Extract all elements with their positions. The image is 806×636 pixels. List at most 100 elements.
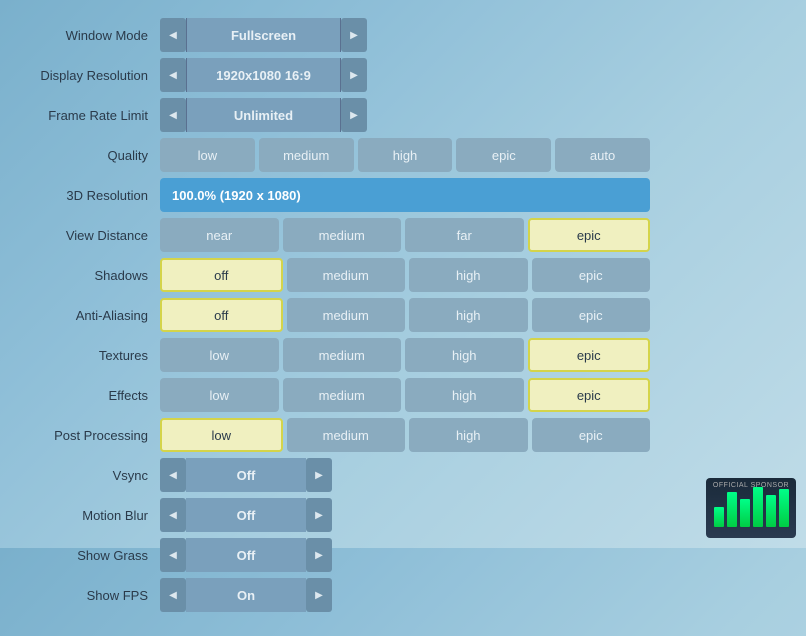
motion-blur-value: Off xyxy=(186,498,306,532)
show-grass-control: ◀ Off ▶ xyxy=(160,538,332,572)
view-distance-far[interactable]: far xyxy=(405,218,524,252)
motion-blur-next[interactable]: ▶ xyxy=(306,498,332,532)
shadows-btn-group: off medium high epic xyxy=(160,258,650,292)
show-grass-next[interactable]: ▶ xyxy=(306,538,332,572)
display-resolution-prev[interactable]: ◀ xyxy=(160,58,186,92)
quality-low[interactable]: low xyxy=(160,138,255,172)
shadows-epic[interactable]: epic xyxy=(532,258,651,292)
display-resolution-value: 1920x1080 16:9 xyxy=(186,58,341,92)
view-distance-btn-group: near medium far epic xyxy=(160,218,650,252)
vsync-next[interactable]: ▶ xyxy=(306,458,332,492)
effects-high[interactable]: high xyxy=(405,378,524,412)
quality-high[interactable]: high xyxy=(358,138,453,172)
effects-btn-group: low medium high epic xyxy=(160,378,650,412)
anti-aliasing-btn-group: off medium high epic xyxy=(160,298,650,332)
textures-low[interactable]: low xyxy=(160,338,279,372)
effects-label: Effects xyxy=(30,388,160,403)
show-fps-label: Show FPS xyxy=(30,588,160,603)
display-resolution-row: Display Resolution ◀ 1920x1080 16:9 ▶ xyxy=(30,58,776,92)
show-fps-row: Show FPS ◀ On ▶ xyxy=(30,578,776,612)
show-fps-next[interactable]: ▶ xyxy=(306,578,332,612)
sponsor-bar-1 xyxy=(714,507,724,527)
shadows-label: Shadows xyxy=(30,268,160,283)
display-resolution-next[interactable]: ▶ xyxy=(341,58,367,92)
textures-epic[interactable]: epic xyxy=(528,338,651,372)
show-grass-value: Off xyxy=(186,538,306,572)
frame-rate-value: Unlimited xyxy=(186,98,341,132)
window-mode-label: Window Mode xyxy=(30,28,160,43)
sponsor-bar-6 xyxy=(779,489,789,527)
display-resolution-label: Display Resolution xyxy=(30,68,160,83)
anti-aliasing-label: Anti-Aliasing xyxy=(30,308,160,323)
window-mode-row: Window Mode ◀ Fullscreen ▶ xyxy=(30,18,776,52)
show-fps-prev[interactable]: ◀ xyxy=(160,578,186,612)
post-processing-medium[interactable]: medium xyxy=(287,418,406,452)
quality-epic[interactable]: epic xyxy=(456,138,551,172)
textures-high[interactable]: high xyxy=(405,338,524,372)
display-resolution-control: ◀ 1920x1080 16:9 ▶ xyxy=(160,58,367,92)
textures-medium[interactable]: medium xyxy=(283,338,402,372)
window-mode-prev[interactable]: ◀ xyxy=(160,18,186,52)
effects-medium[interactable]: medium xyxy=(283,378,402,412)
post-processing-low[interactable]: low xyxy=(160,418,283,452)
view-distance-near[interactable]: near xyxy=(160,218,279,252)
post-processing-row: Post Processing low medium high epic xyxy=(30,418,776,452)
sponsor-bar-5 xyxy=(766,495,776,527)
anti-aliasing-epic[interactable]: epic xyxy=(532,298,651,332)
view-distance-medium[interactable]: medium xyxy=(283,218,402,252)
quality-btn-group: low medium high epic auto xyxy=(160,138,650,172)
resolution-3d-value: 100.0% (1920 x 1080) xyxy=(160,178,650,212)
vsync-value: Off xyxy=(186,458,306,492)
anti-aliasing-high[interactable]: high xyxy=(409,298,528,332)
textures-btn-group: low medium high epic xyxy=(160,338,650,372)
quality-medium[interactable]: medium xyxy=(259,138,354,172)
vsync-prev[interactable]: ◀ xyxy=(160,458,186,492)
post-processing-epic[interactable]: epic xyxy=(532,418,651,452)
shadows-medium[interactable]: medium xyxy=(287,258,406,292)
textures-row: Textures low medium high epic xyxy=(30,338,776,372)
quality-auto[interactable]: auto xyxy=(555,138,650,172)
effects-row: Effects low medium high epic xyxy=(30,378,776,412)
resolution-3d-label: 3D Resolution xyxy=(30,188,160,203)
sponsor-text: OFFICIAL SPONSOR xyxy=(713,482,789,489)
motion-blur-prev[interactable]: ◀ xyxy=(160,498,186,532)
effects-epic[interactable]: epic xyxy=(528,378,651,412)
frame-rate-label: Frame Rate Limit xyxy=(30,108,160,123)
frame-rate-row: Frame Rate Limit ◀ Unlimited ▶ xyxy=(30,98,776,132)
sponsor-bar-2 xyxy=(727,492,737,527)
frame-rate-next[interactable]: ▶ xyxy=(341,98,367,132)
shadows-high[interactable]: high xyxy=(409,258,528,292)
motion-blur-row: Motion Blur ◀ Off ▶ xyxy=(30,498,776,532)
show-fps-control: ◀ On ▶ xyxy=(160,578,332,612)
anti-aliasing-off[interactable]: off xyxy=(160,298,283,332)
motion-blur-label: Motion Blur xyxy=(30,508,160,523)
vsync-label: Vsync xyxy=(30,468,160,483)
show-fps-value: On xyxy=(186,578,306,612)
sponsor-badge: OFFICIAL SPONSOR xyxy=(706,478,796,538)
settings-panel: Window Mode ◀ Fullscreen ▶ Display Resol… xyxy=(0,0,806,636)
sponsor-bar-4 xyxy=(753,487,763,527)
shadows-row: Shadows off medium high epic xyxy=(30,258,776,292)
show-grass-label: Show Grass xyxy=(30,548,160,563)
frame-rate-prev[interactable]: ◀ xyxy=(160,98,186,132)
shadows-off[interactable]: off xyxy=(160,258,283,292)
textures-label: Textures xyxy=(30,348,160,363)
anti-aliasing-row: Anti-Aliasing off medium high epic xyxy=(30,298,776,332)
post-processing-high[interactable]: high xyxy=(409,418,528,452)
resolution-3d-row: 3D Resolution 100.0% (1920 x 1080) xyxy=(30,178,776,212)
view-distance-label: View Distance xyxy=(30,228,160,243)
window-mode-value: Fullscreen xyxy=(186,18,341,52)
post-processing-btn-group: low medium high epic xyxy=(160,418,650,452)
vsync-row: Vsync ◀ Off ▶ xyxy=(30,458,776,492)
sponsor-bar-3 xyxy=(740,499,750,527)
window-mode-next[interactable]: ▶ xyxy=(341,18,367,52)
motion-blur-control: ◀ Off ▶ xyxy=(160,498,332,532)
view-distance-row: View Distance near medium far epic xyxy=(30,218,776,252)
show-grass-row: Show Grass ◀ Off ▶ xyxy=(30,538,776,572)
anti-aliasing-medium[interactable]: medium xyxy=(287,298,406,332)
quality-row: Quality low medium high epic auto xyxy=(30,138,776,172)
effects-low[interactable]: low xyxy=(160,378,279,412)
show-grass-prev[interactable]: ◀ xyxy=(160,538,186,572)
post-processing-label: Post Processing xyxy=(30,428,160,443)
view-distance-epic[interactable]: epic xyxy=(528,218,651,252)
